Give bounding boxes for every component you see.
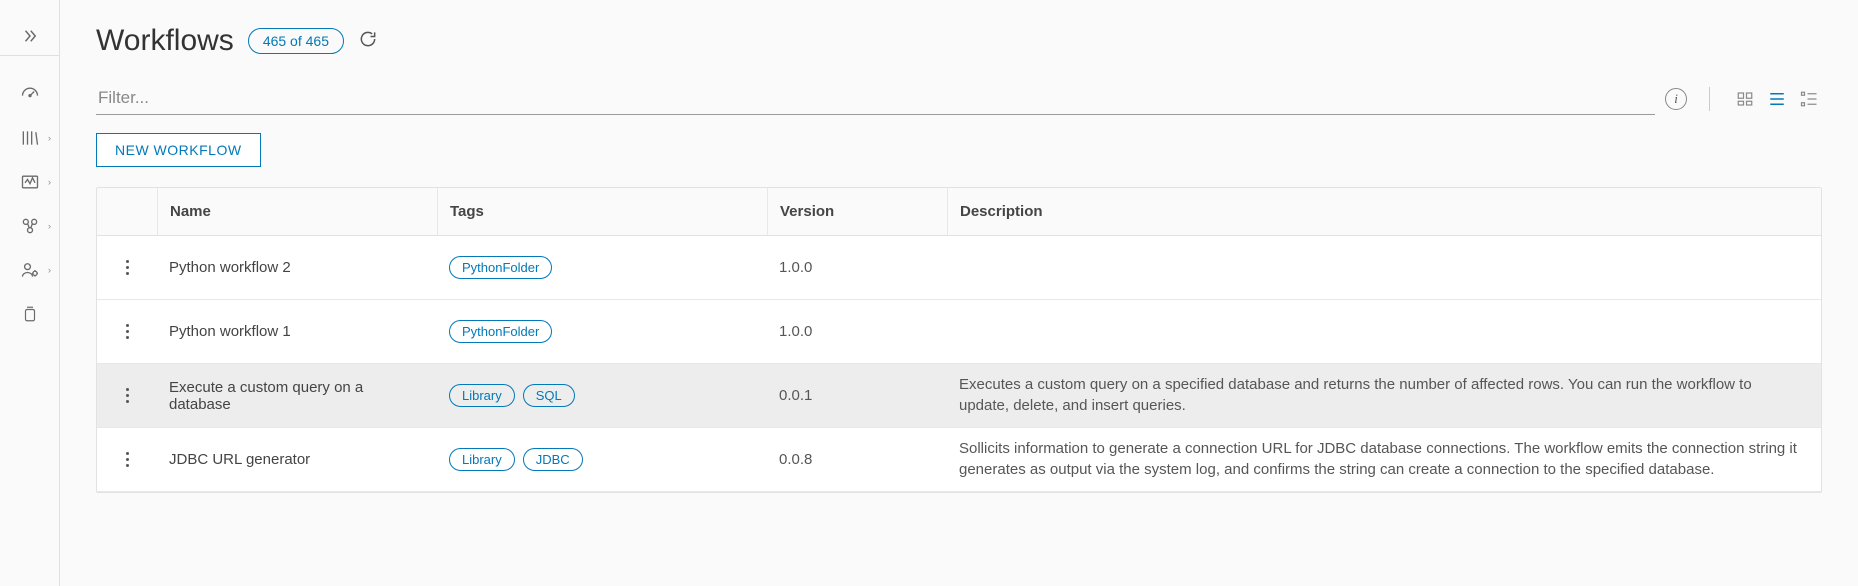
tree-icon <box>1799 90 1819 108</box>
tag[interactable]: PythonFolder <box>449 256 552 279</box>
row-actions-button[interactable] <box>97 260 157 275</box>
table-row[interactable]: Python workflow 1 PythonFolder 1.0.0 <box>97 300 1821 364</box>
view-grid-button[interactable] <box>1732 88 1758 110</box>
cell-tags: PythonFolder <box>437 256 767 279</box>
sidebar-expand-toggle[interactable] <box>0 16 59 56</box>
tag[interactable]: SQL <box>523 384 575 407</box>
info-icon[interactable]: i <box>1665 88 1687 110</box>
column-version[interactable]: Version <box>767 188 947 235</box>
tag[interactable]: Library <box>449 448 515 471</box>
cell-description: Executes a custom query on a specified d… <box>947 375 1821 416</box>
kebab-icon <box>126 388 129 403</box>
list-icon <box>1766 90 1788 108</box>
jar-icon <box>21 304 39 324</box>
cell-version: 1.0.0 <box>767 323 947 340</box>
kebab-icon <box>126 324 129 339</box>
cell-name: JDBC URL generator <box>157 451 437 468</box>
sidebar-item-inventory[interactable]: › <box>0 204 59 248</box>
refresh-button[interactable] <box>358 29 378 54</box>
cell-description: Sollicits information to generate a conn… <box>947 439 1821 480</box>
column-description[interactable]: Description <box>947 188 1821 235</box>
tag[interactable]: PythonFolder <box>449 320 552 343</box>
sidebar-item-admin[interactable]: › <box>0 248 59 292</box>
count-badge: 465 of 465 <box>248 28 344 54</box>
sidebar-item-library[interactable]: › <box>0 116 59 160</box>
user-gear-icon <box>20 260 40 280</box>
cell-version: 0.0.1 <box>767 387 947 404</box>
row-actions-button[interactable] <box>97 324 157 339</box>
cell-name: Python workflow 1 <box>157 323 437 340</box>
view-list-button[interactable] <box>1764 88 1790 110</box>
row-actions-button[interactable] <box>97 388 157 403</box>
chevron-right-icon: › <box>48 221 51 231</box>
cell-version: 0.0.8 <box>767 451 947 468</box>
sidebar-item-dashboard[interactable] <box>0 72 59 116</box>
chevron-double-right-icon <box>21 27 39 45</box>
cell-name: Python workflow 2 <box>157 259 437 276</box>
table-row[interactable]: JDBC URL generator Library JDBC 0.0.8Sollic… <box>97 428 1821 492</box>
table-row[interactable]: Execute a custom query on a databaseLibr… <box>97 364 1821 428</box>
filter-row: i <box>96 82 1822 115</box>
kebab-icon <box>126 260 129 275</box>
kebab-icon <box>126 452 129 467</box>
column-tags[interactable]: Tags <box>437 188 767 235</box>
library-icon <box>20 128 40 148</box>
refresh-icon <box>358 29 378 49</box>
view-toggles <box>1732 88 1822 110</box>
page-header: Workflows 465 of 465 <box>96 24 1822 58</box>
cell-name: Execute a custom query on a database <box>157 379 437 413</box>
cell-tags: PythonFolder <box>437 320 767 343</box>
column-name[interactable]: Name <box>157 188 437 235</box>
table-header: Name Tags Version Description <box>97 188 1821 236</box>
nodes-icon <box>20 216 40 236</box>
grid-icon <box>1735 90 1755 108</box>
cell-version: 1.0.0 <box>767 259 947 276</box>
filter-input[interactable] <box>96 82 1655 115</box>
tag[interactable]: JDBC <box>523 448 583 471</box>
cell-tags: Library SQL <box>437 384 767 407</box>
chevron-right-icon: › <box>48 133 51 143</box>
workflows-table: Name Tags Version Description Python wor… <box>96 187 1822 493</box>
view-tree-button[interactable] <box>1796 88 1822 110</box>
chevron-right-icon: › <box>48 177 51 187</box>
main-content: Workflows 465 of 465 i NEW WORKFLOW Name… <box>60 0 1858 586</box>
chevron-right-icon: › <box>48 265 51 275</box>
page-title: Workflows <box>96 24 234 58</box>
sidebar: › › › › <box>0 0 60 586</box>
new-workflow-button[interactable]: NEW WORKFLOW <box>96 133 261 167</box>
table-row[interactable]: Python workflow 2 PythonFolder 1.0.0 <box>97 236 1821 300</box>
tag[interactable]: Library <box>449 384 515 407</box>
activity-icon <box>20 172 40 192</box>
gauge-icon <box>20 84 40 104</box>
divider <box>1709 87 1710 111</box>
sidebar-item-activity[interactable]: › <box>0 160 59 204</box>
cell-tags: Library JDBC <box>437 448 767 471</box>
row-actions-button[interactable] <box>97 452 157 467</box>
sidebar-item-storage[interactable] <box>0 292 59 336</box>
